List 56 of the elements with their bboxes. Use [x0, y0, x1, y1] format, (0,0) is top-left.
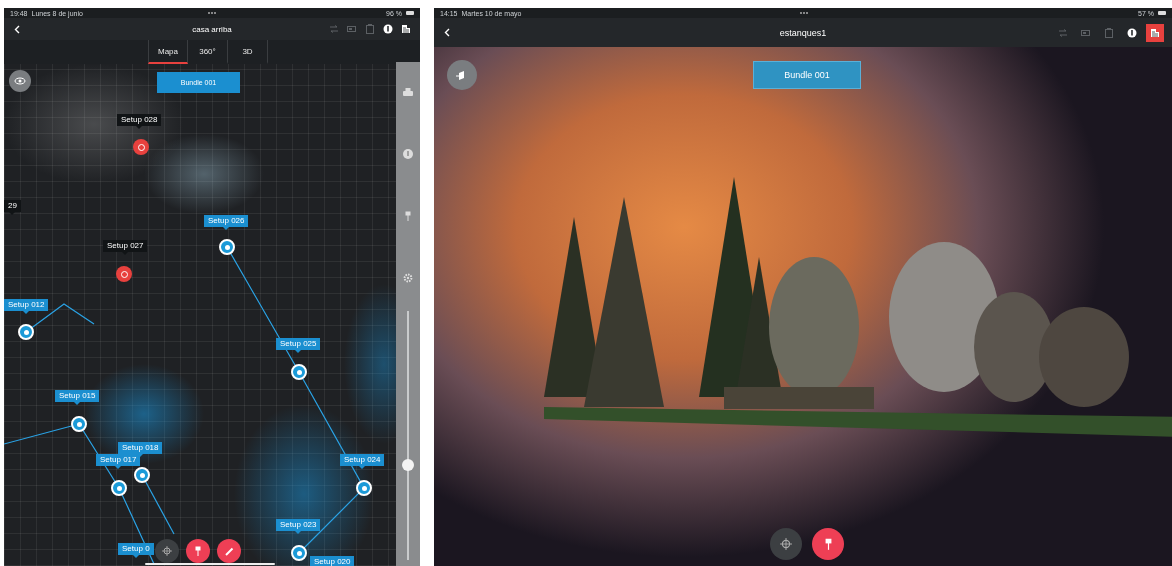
locate-button[interactable] — [770, 528, 802, 560]
swap-arrows-icon — [1058, 28, 1068, 37]
setup-label[interactable]: Setup 028 — [117, 114, 162, 126]
document-icon — [400, 24, 411, 34]
locate-button[interactable] — [155, 539, 179, 563]
setup-label[interactable]: Setup 027 — [103, 240, 148, 252]
setup-label[interactable]: Setup 0 — [118, 543, 154, 555]
setup-label[interactable]: Setup 025 — [276, 338, 321, 350]
pin-icon — [824, 538, 832, 550]
document-icon — [1150, 27, 1160, 38]
battery-icon — [346, 25, 357, 33]
setup-marker[interactable] — [116, 266, 132, 282]
clipboard-icon — [365, 24, 374, 34]
setup-label[interactable]: Setup 012 — [4, 299, 49, 311]
view-toggle-button[interactable] — [447, 60, 477, 90]
swap-arrows-icon — [328, 25, 339, 33]
setup-label[interactable]: Setup 024 — [340, 454, 385, 466]
setup-marker[interactable] — [134, 467, 150, 483]
back-icon[interactable] — [14, 24, 20, 34]
setup-marker[interactable] — [18, 324, 34, 340]
pin-button[interactable] — [186, 539, 210, 563]
setup-marker[interactable] — [133, 139, 149, 155]
setup-marker[interactable] — [219, 239, 235, 255]
setup-label[interactable]: Setup 017 — [96, 454, 141, 466]
toolbar-button[interactable] — [381, 22, 394, 36]
setup-marker[interactable] — [356, 480, 372, 496]
battery-icon — [1081, 28, 1091, 37]
setup-marker[interactable] — [111, 480, 127, 496]
setup-label[interactable]: Setup 015 — [55, 390, 100, 402]
toolbar-button[interactable] — [1146, 23, 1164, 42]
back-icon[interactable] — [444, 28, 450, 37]
setup-label[interactable]: Setup 023 — [276, 519, 321, 531]
bundle-button[interactable]: Bundle 001 — [753, 61, 861, 89]
info-icon — [382, 24, 393, 34]
pin-icon — [195, 546, 201, 556]
screen-title: casa arriba — [192, 24, 232, 34]
toolbar-button[interactable] — [399, 22, 412, 36]
screen-title: estanques1 — [779, 27, 827, 38]
eye-icon — [14, 76, 26, 86]
setup-marker[interactable] — [291, 364, 307, 380]
battery-icon — [1158, 11, 1166, 15]
setup-marker[interactable] — [71, 416, 87, 432]
pencil-button[interactable] — [217, 539, 241, 563]
battery-icon — [406, 11, 414, 15]
crosshair-icon — [780, 538, 792, 550]
setup-label[interactable]: Setup 018 — [118, 442, 163, 454]
info-icon — [1127, 27, 1137, 38]
crosshair-icon — [162, 546, 172, 556]
pin-button[interactable] — [812, 528, 844, 560]
setup-label[interactable]: 29 — [4, 200, 21, 212]
slider-thumb[interactable] — [402, 459, 414, 472]
clipboard-icon — [1105, 27, 1113, 38]
view-toggle-button[interactable] — [9, 70, 31, 92]
setup-label[interactable]: Setup 026 — [204, 215, 249, 227]
pencil-icon — [224, 546, 234, 556]
setup-marker[interactable] — [291, 545, 307, 561]
